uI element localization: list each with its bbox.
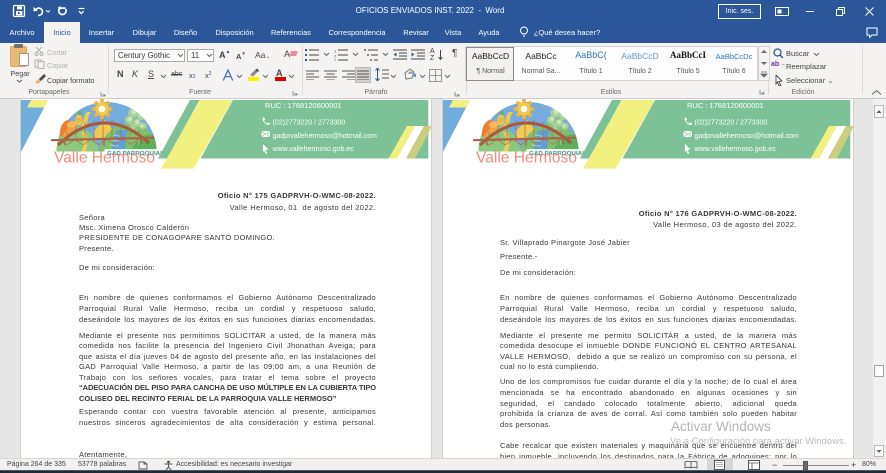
svg-text:RUC : 1768120600001: RUC : 1768120600001: [265, 101, 342, 110]
svg-text:3: 3: [334, 58, 337, 61]
svg-text:gadprvallehermoso@hotmail.com: gadprvallehermoso@hotmail.com: [695, 133, 800, 140]
svg-text:www.vallehermoso.gob.ec: www.vallehermoso.gob.ec: [694, 146, 777, 153]
svg-text:(02)2773220 / 2773300: (02)2773220 / 2773300: [273, 120, 346, 127]
svg-text:GAD PARROQUIAL: GAD PARROQUIAL: [529, 151, 587, 157]
svg-text:GAD PARROQUIAL: GAD PARROQUIAL: [107, 151, 165, 157]
svg-text:(02)2773220 / 2773300: (02)2773220 / 2773300: [695, 120, 768, 127]
svg-text:gadprvallehermoso@hotmail.com: gadprvallehermoso@hotmail.com: [273, 133, 378, 140]
svg-text:www.vallehermoso.gob.ec: www.vallehermoso.gob.ec: [272, 146, 355, 153]
svg-text:RUC : 1768120600001: RUC : 1768120600001: [687, 101, 764, 110]
